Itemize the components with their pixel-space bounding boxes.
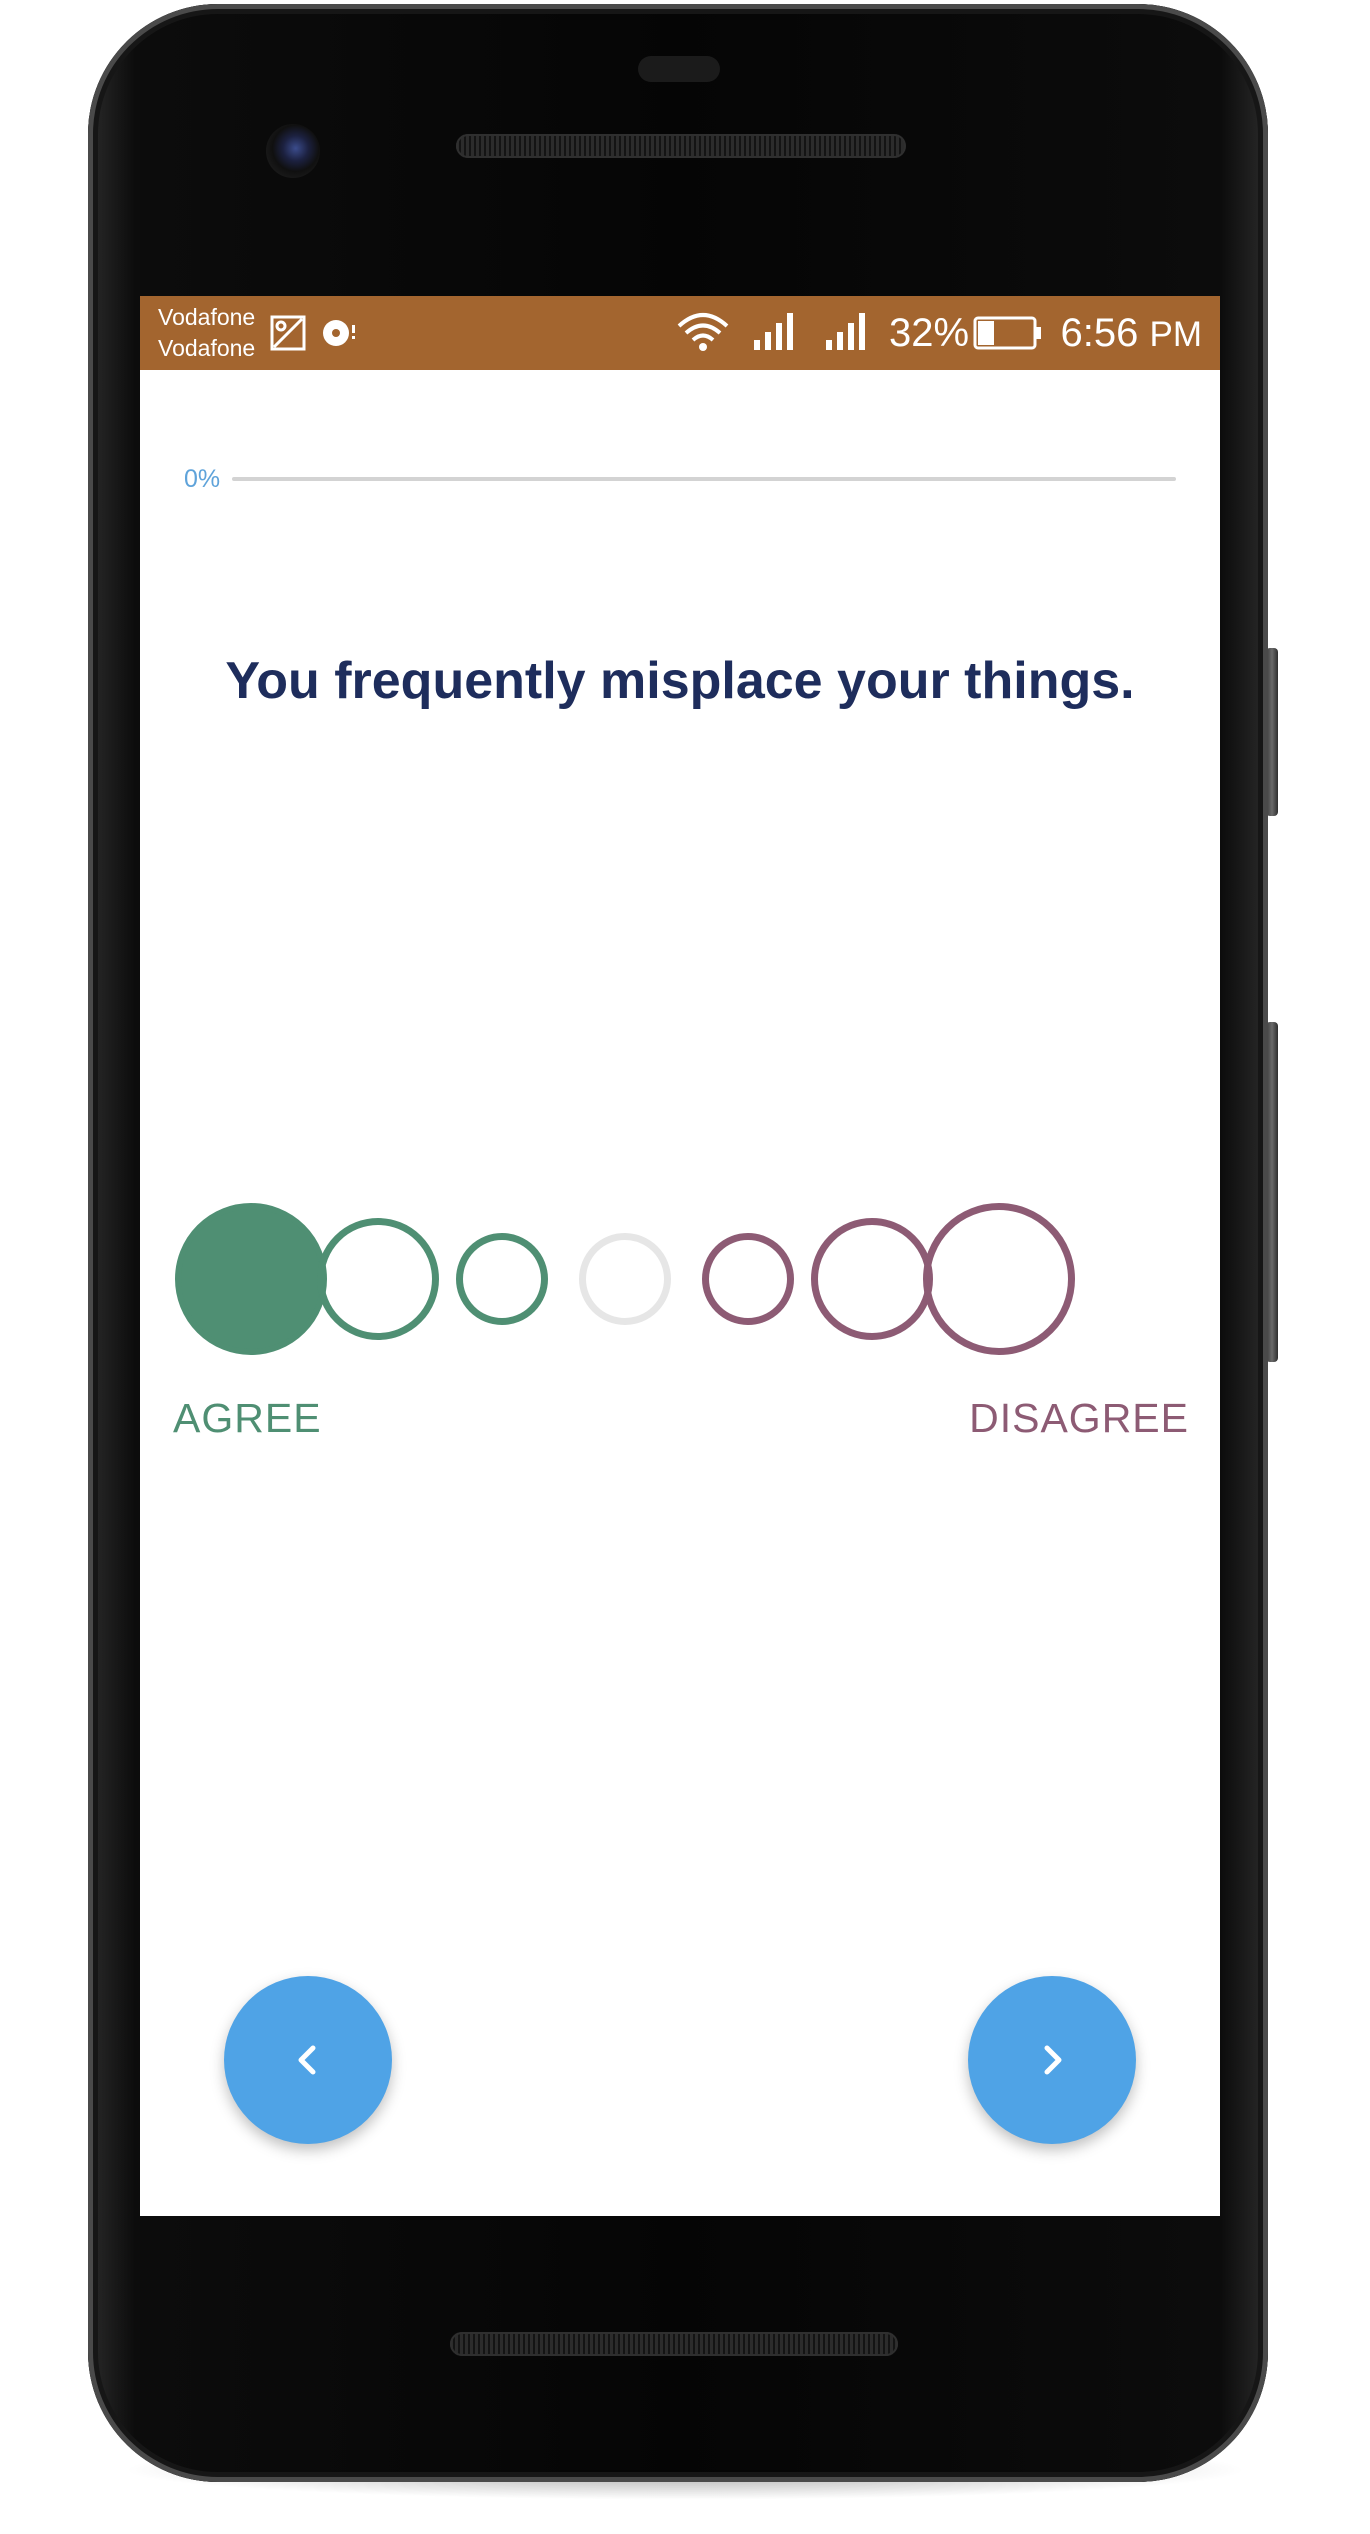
progress-bar xyxy=(232,477,1176,481)
clock-time: 6:56 xyxy=(1060,311,1139,355)
app-screen: Vodafone Vodafone 32% 6:56 PM 0% You fre… xyxy=(140,296,1220,2216)
scale-option-4[interactable] xyxy=(579,1233,671,1325)
battery-icon xyxy=(973,316,1041,350)
carrier-line-1: Vodafone xyxy=(158,304,256,330)
status-bar: Vodafone Vodafone 32% 6:56 PM xyxy=(140,296,1220,370)
scale-option-1[interactable] xyxy=(175,1203,327,1355)
signal-icon xyxy=(754,313,793,350)
sync-notification-icon xyxy=(323,320,355,346)
scale-option-2[interactable] xyxy=(317,1218,439,1340)
front-camera xyxy=(266,124,320,178)
next-button[interactable] xyxy=(968,1976,1136,2144)
progress-label: 0% xyxy=(184,465,221,493)
battery-percent: 32% xyxy=(889,311,970,355)
scale-option-3[interactable] xyxy=(456,1233,548,1325)
carrier-names: Vodafone Vodafone xyxy=(158,302,255,364)
device-mockup: Vodafone Vodafone 32% 6:56 PM 0% You fre… xyxy=(0,0,1370,2534)
question-text: You frequently misplace your things. xyxy=(225,652,1135,710)
scale-option-5[interactable] xyxy=(702,1233,794,1325)
chevron-right-icon xyxy=(1044,2045,1062,2075)
chevron-left-icon xyxy=(298,2045,316,2075)
earpiece-slot xyxy=(638,56,720,82)
signal-icon xyxy=(826,313,865,350)
carrier-line-2: Vodafone xyxy=(158,335,256,361)
scale-option-7[interactable] xyxy=(923,1203,1075,1355)
wifi-icon xyxy=(677,313,729,351)
scale-option-6[interactable] xyxy=(811,1218,933,1340)
clock-suffix: PM xyxy=(1149,315,1203,354)
previous-button[interactable] xyxy=(224,1976,392,2144)
agree-label: AGREE xyxy=(173,1395,322,1441)
disagree-label: DISAGREE xyxy=(969,1395,1189,1441)
bottom-speaker-grille xyxy=(450,2332,898,2356)
clock: 6:56 PM xyxy=(1061,310,1202,358)
image-notification-icon xyxy=(270,315,306,351)
top-speaker-grille xyxy=(456,134,906,158)
